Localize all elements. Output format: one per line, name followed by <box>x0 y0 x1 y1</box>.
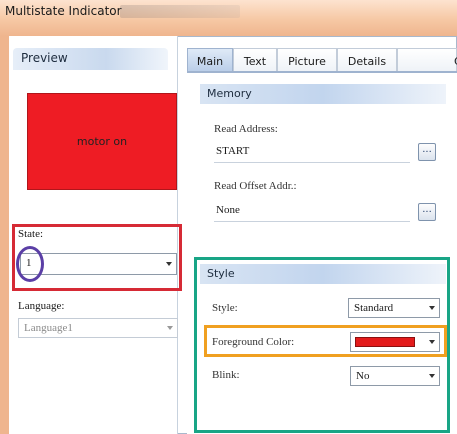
window-frame-left <box>0 36 9 434</box>
memory-section-header: Memory <box>200 84 446 104</box>
preview-header-label: Preview <box>21 51 68 65</box>
read-address-label: Read Address: <box>214 123 278 135</box>
read-offset-browse-button[interactable]: ... <box>418 203 436 221</box>
tab-main[interactable]: Main <box>187 48 233 72</box>
preview-header: Preview <box>13 48 168 70</box>
tab-text[interactable]: Text <box>233 48 277 72</box>
tab-details[interactable]: Details <box>337 48 397 72</box>
tab-picture[interactable]: Picture <box>277 48 337 72</box>
multistate-indicator-dialog: Multistate Indicator Preview motor on St… <box>0 0 457 434</box>
read-offset-label: Read Offset Addr.: <box>214 180 297 192</box>
read-address-input[interactable]: START <box>214 141 410 163</box>
language-label: Language: <box>18 300 65 312</box>
window-title: Multistate Indicator <box>5 4 122 18</box>
language-select-value: Language1 <box>24 322 73 334</box>
read-offset-value: None <box>216 204 240 216</box>
preview-indicator: motor on <box>27 93 177 190</box>
title-bar: Multistate Indicator <box>0 0 457 36</box>
title-bar-blur <box>120 5 240 18</box>
chevron-down-icon <box>167 326 173 330</box>
memory-section-title: Memory <box>207 87 252 100</box>
tab-clipped[interactable]: C <box>397 48 457 72</box>
read-address-browse-button[interactable]: ... <box>418 143 436 161</box>
language-select[interactable]: Language1 <box>18 318 178 338</box>
state-value-highlight-circle <box>16 246 44 282</box>
read-offset-input[interactable]: None <box>214 200 410 222</box>
style-highlight-box <box>194 257 450 433</box>
read-address-value: START <box>216 145 250 157</box>
preview-indicator-text: motor on <box>76 135 128 148</box>
tab-bar: Main Text Picture Details C <box>187 48 457 72</box>
